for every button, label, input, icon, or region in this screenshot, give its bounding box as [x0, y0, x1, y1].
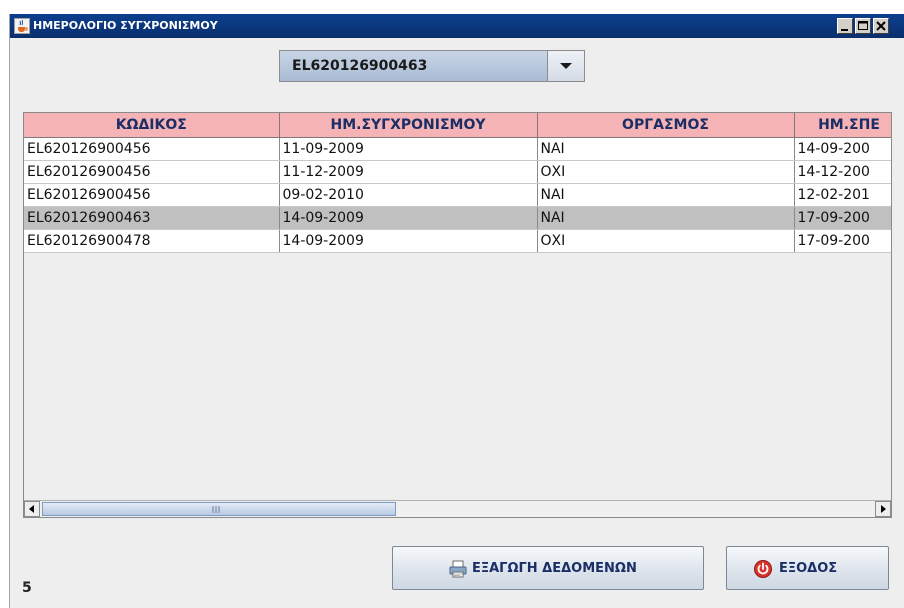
table-row[interactable]: EL620126900478 14-09-2009 ΟΧΙ 17-09-200 [24, 229, 891, 253]
exit-power-icon [754, 560, 772, 578]
cell-code[interactable]: EL620126900456 [24, 183, 280, 207]
chevron-down-icon[interactable] [548, 51, 584, 81]
table-row[interactable]: EL620126900456 11-12-2009 ΟΧΙ 14-12-200 [24, 160, 891, 184]
cell-next-date[interactable]: 14-12-200 [794, 160, 891, 184]
cell-code[interactable]: EL620126900463 [24, 206, 280, 230]
record-count: 5 [22, 580, 32, 596]
cell-organism[interactable]: ΟΧΙ [537, 229, 795, 253]
export-data-button[interactable]: ΕΞΑΓΩΓΗ ΔΕΔΟΜΕΝΩΝ [392, 546, 704, 590]
java-cup-icon [14, 18, 30, 34]
cell-sync-date[interactable]: 11-12-2009 [279, 160, 538, 184]
cell-organism[interactable]: ΝΑΙ [537, 183, 795, 207]
cell-next-date[interactable]: 17-09-200 [794, 206, 891, 230]
maximize-icon[interactable] [855, 18, 871, 34]
selected-code[interactable]: EL620126900463 [280, 51, 548, 81]
close-icon[interactable] [873, 18, 889, 34]
scrollbar-thumb[interactable] [42, 502, 396, 516]
cell-organism[interactable]: ΝΑΙ [537, 137, 795, 161]
column-header-code[interactable]: ΚΩΔΙΚΟΣ [24, 113, 280, 138]
table-row[interactable]: EL620126900456 09-02-2010 ΝΑΙ 12-02-201 [24, 183, 891, 207]
export-data-label: ΕΞΑΓΩΓΗ ΔΕΔΟΜΕΝΩΝ [472, 561, 637, 576]
exit-label: ΕΞΟΔΟΣ [779, 561, 838, 576]
sync-table-scrollpane: ΚΩΔΙΚΟΣ ΗΜ.ΣΥΓΧΡΟΝΙΣΜΟΥ ΟΡΓΑΣΜΟΣ ΗΜ.ΣΠΕ … [23, 112, 892, 518]
cell-sync-date[interactable]: 11-09-2009 [279, 137, 538, 161]
column-header-next-date[interactable]: ΗΜ.ΣΠΕ [794, 113, 891, 138]
table-header-row: ΚΩΔΙΚΟΣ ΗΜ.ΣΥΓΧΡΟΝΙΣΜΟΥ ΟΡΓΑΣΜΟΣ ΗΜ.ΣΠΕ [24, 113, 891, 138]
cell-code[interactable]: EL620126900456 [24, 137, 280, 161]
minimize-icon[interactable] [837, 18, 853, 34]
window-title: ΗΜΕΡΟΛΟΓΙΟ ΣΥΓΧΡΟΝΙΣΜΟΥ [33, 19, 218, 32]
sync-log-window: ΗΜΕΡΟΛΟΓΙΟ ΣΥΓΧΡΟΝΙΣΜΟΥ EL620126900463 Κ… [9, 14, 904, 608]
horizontal-scrollbar[interactable] [24, 500, 891, 517]
cell-next-date[interactable]: 12-02-201 [794, 183, 891, 207]
printer-icon [449, 560, 467, 578]
sync-table: ΚΩΔΙΚΟΣ ΗΜ.ΣΥΓΧΡΟΝΙΣΜΟΥ ΟΡΓΑΣΜΟΣ ΗΜ.ΣΠΕ … [24, 113, 891, 253]
column-header-organism[interactable]: ΟΡΓΑΣΜΟΣ [537, 113, 795, 138]
cell-sync-date[interactable]: 14-09-2009 [279, 229, 538, 253]
cell-code[interactable]: EL620126900478 [24, 229, 280, 253]
cell-next-date[interactable]: 14-09-200 [794, 137, 891, 161]
title-bar[interactable]: ΗΜΕΡΟΛΟΓΙΟ ΣΥΓΧΡΟΝΙΣΜΟΥ [10, 14, 904, 38]
cell-next-date[interactable]: 17-09-200 [794, 229, 891, 253]
cell-organism[interactable]: ΟΧΙ [537, 160, 795, 184]
cell-organism[interactable]: ΝΑΙ [537, 206, 795, 230]
scroll-right-arrow-icon[interactable] [875, 501, 891, 517]
column-header-sync-date[interactable]: ΗΜ.ΣΥΓΧΡΟΝΙΣΜΟΥ [279, 113, 538, 138]
exit-button[interactable]: ΕΞΟΔΟΣ [726, 546, 889, 590]
table-row[interactable]: EL620126900456 11-09-2009 ΝΑΙ 14-09-200 [24, 137, 891, 161]
cell-code[interactable]: EL620126900456 [24, 160, 280, 184]
cell-sync-date[interactable]: 14-09-2009 [279, 206, 538, 230]
scroll-left-arrow-icon[interactable] [24, 501, 40, 517]
table-row-selected[interactable]: EL620126900463 14-09-2009 ΝΑΙ 17-09-200 [24, 206, 891, 230]
code-selector-combobox[interactable]: EL620126900463 [279, 50, 585, 82]
table-viewport: ΚΩΔΙΚΟΣ ΗΜ.ΣΥΓΧΡΟΝΙΣΜΟΥ ΟΡΓΑΣΜΟΣ ΗΜ.ΣΠΕ … [24, 113, 891, 500]
cell-sync-date[interactable]: 09-02-2010 [279, 183, 538, 207]
